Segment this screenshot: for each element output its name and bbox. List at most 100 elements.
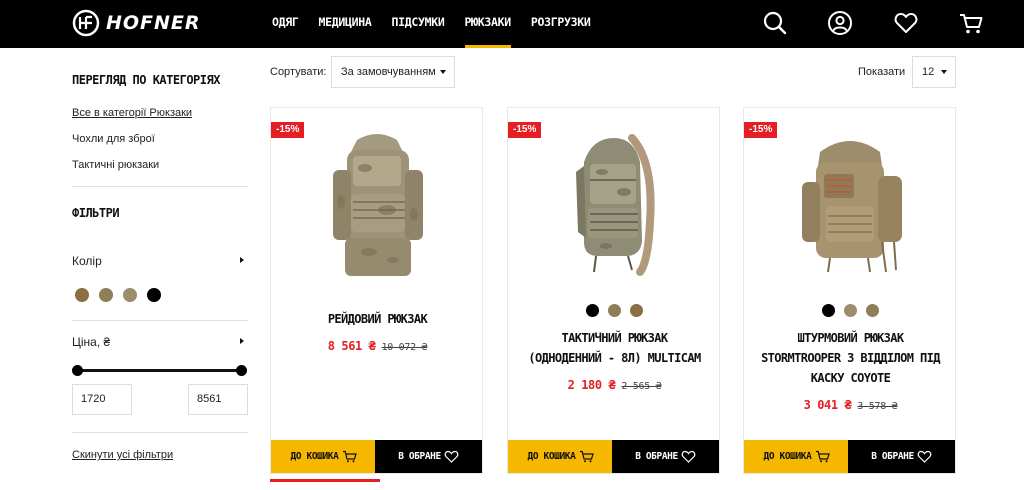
nav-item-pouches[interactable]: ПІДСУМКИ	[392, 0, 445, 48]
heart-icon	[681, 450, 696, 463]
nav-item-clothing[interactable]: ОДЯГ	[272, 0, 299, 48]
old-price: 10 072 ₴	[381, 342, 428, 353]
reset-filters-link[interactable]: Скинути усі фільтри	[72, 449, 173, 461]
user-icon[interactable]	[827, 10, 853, 36]
color-swatch-black[interactable]	[586, 304, 599, 317]
divider	[72, 320, 248, 321]
heart-icon	[917, 450, 932, 463]
price-row: 3 041 ₴ 3 578 ₴	[744, 396, 957, 414]
add-to-cart-label: ДО КОШИКА	[290, 451, 339, 462]
category-link-gun-cases[interactable]: Чохли для зброї	[72, 133, 155, 145]
color-filter-toggle[interactable]: Колір	[72, 254, 248, 270]
cart-icon	[580, 450, 595, 463]
add-to-wishlist-button[interactable]: В ОБРАНЕ	[375, 440, 482, 473]
logo-emblem-icon	[72, 9, 100, 37]
product-title-line: ШТУРМОВИЙ РЮКЗАК	[797, 331, 905, 345]
add-to-cart-button[interactable]: ДО КОШИКА	[271, 440, 377, 473]
divider	[72, 186, 248, 187]
price-range-min-handle[interactable]	[72, 365, 83, 376]
per-page-select[interactable]: 12	[912, 56, 956, 88]
price-filter-toggle[interactable]: Ціна, ₴	[72, 335, 248, 351]
product-title-line: ТАКТИЧНИЙ РЮКЗАК	[561, 331, 669, 345]
color-swatch-olive[interactable]	[866, 304, 879, 317]
add-to-wishlist-button[interactable]: В ОБРАНЕ	[848, 440, 955, 473]
product-card[interactable]: -15% ТАКТИЧНИЙ РЮКЗАК (ОДНОДЕННИЙ - 8Л) …	[507, 107, 720, 474]
product-color-options	[508, 304, 721, 317]
color-swatch-olive[interactable]	[99, 288, 113, 302]
show-label: Показати	[858, 66, 906, 78]
discount-badge: -15%	[271, 122, 305, 138]
add-to-wishlist-label: В ОБРАНЕ	[871, 451, 914, 462]
cart-icon	[343, 450, 358, 463]
product-title[interactable]: ШТУРМОВИЙ РЮКЗАК STORMTROOPER З ВІДДІЛОМ…	[754, 328, 947, 388]
sort-select[interactable]: За замовчуванням	[331, 56, 455, 88]
color-swatch-olive[interactable]	[608, 304, 621, 317]
product-card[interactable]: -15% РЕЙДОВИЙ РЮКЗАК 8 561 ₴ 10 072 ₴ ДО …	[270, 107, 483, 474]
chevron-down-icon	[941, 70, 947, 74]
category-link-all-backpacks[interactable]: Все в категорії Рюкзаки	[72, 107, 192, 119]
sale-price: 8 561 ₴	[327, 339, 376, 353]
chevron-right-icon	[240, 338, 244, 344]
price-max-input[interactable]: 8561	[188, 384, 248, 415]
sale-price: 2 180 ₴	[567, 378, 616, 392]
main-nav: ОДЯГ МЕДИЦИНА ПІДСУМКИ РЮКЗАКИ РОЗГРУЗКИ	[272, 0, 611, 48]
add-to-wishlist-button[interactable]: В ОБРАНЕ	[612, 440, 719, 473]
nav-item-vests[interactable]: РОЗГРУЗКИ	[531, 0, 591, 48]
per-page-value: 12	[922, 66, 935, 78]
color-swatch-black[interactable]	[147, 288, 161, 302]
chevron-down-icon	[440, 70, 446, 74]
product-color-options	[744, 304, 957, 317]
price-range-max-handle[interactable]	[236, 365, 247, 376]
price-range-track	[76, 369, 242, 372]
add-to-cart-label: ДО КОШИКА	[527, 451, 576, 462]
product-title-line: КАСКУ COYOTE	[810, 371, 891, 385]
price-row: 8 561 ₴ 10 072 ₴	[271, 337, 484, 355]
product-title-line: STORMTROOPER З ВІДДІЛОМ ПІД	[761, 351, 940, 365]
old-price: 3 578 ₴	[857, 401, 898, 412]
product-title[interactable]: ТАКТИЧНИЙ РЮКЗАК (ОДНОДЕННИЙ - 8Л) MULTI…	[518, 328, 711, 368]
product-image[interactable]	[554, 122, 674, 287]
color-swatch-multicam[interactable]	[844, 304, 857, 317]
cart-icon	[816, 450, 831, 463]
site-header: HOFNER ОДЯГ МЕДИЦИНА ПІДСУМКИ РЮКЗАКИ РО…	[0, 0, 1024, 48]
sort-label: Сортувати:	[270, 66, 327, 78]
product-title[interactable]: РЕЙДОВИЙ РЮКЗАК	[281, 309, 474, 329]
filters-title: ФІЛЬТРИ	[72, 206, 120, 220]
add-to-wishlist-label: В ОБРАНЕ	[635, 451, 678, 462]
focus-underline	[270, 479, 380, 482]
cart-icon[interactable]	[958, 10, 984, 36]
brand-name: HOFNER	[106, 12, 201, 34]
discount-badge: -15%	[744, 122, 778, 138]
price-filter-label: Ціна, ₴	[72, 335, 111, 349]
product-title-line: (ОДНОДЕННИЙ - 8Л) MULTICAM	[528, 351, 701, 365]
nav-item-backpacks[interactable]: РЮКЗАКИ	[464, 0, 512, 48]
categories-title: ПЕРЕГЛЯД ПО КАТЕГОРІЯХ	[72, 73, 220, 87]
color-filter-label: Колір	[72, 254, 102, 268]
heart-icon[interactable]	[893, 10, 919, 36]
heart-icon	[444, 450, 459, 463]
color-swatch-black[interactable]	[822, 304, 835, 317]
brand-logo[interactable]: HOFNER	[72, 8, 201, 38]
product-image[interactable]	[790, 122, 910, 287]
color-swatch-brown[interactable]	[630, 304, 643, 317]
price-row: 2 180 ₴ 2 565 ₴	[508, 376, 721, 394]
divider	[72, 432, 248, 433]
color-swatch-multicam[interactable]	[123, 288, 137, 302]
sort-select-value: За замовчуванням	[341, 66, 436, 78]
add-to-cart-button[interactable]: ДО КОШИКА	[508, 440, 614, 473]
category-link-tactical-backpacks[interactable]: Тактичні рюкзаки	[72, 159, 159, 171]
sale-price: 3 041 ₴	[803, 398, 852, 412]
old-price: 2 565 ₴	[621, 381, 662, 392]
product-card[interactable]: -15% ШТУРМОВИЙ РЮКЗАК STORMTROOPER З ВІД…	[743, 107, 956, 474]
price-min-input[interactable]: 1720	[72, 384, 132, 415]
add-to-wishlist-label: В ОБРАНЕ	[398, 451, 441, 462]
add-to-cart-label: ДО КОШИКА	[763, 451, 812, 462]
nav-item-medicine[interactable]: МЕДИЦИНА	[319, 0, 372, 48]
product-image[interactable]	[317, 122, 437, 287]
search-icon[interactable]	[762, 10, 788, 36]
color-swatch-brown[interactable]	[75, 288, 89, 302]
product-title-line: РЕЙДОВИЙ РЮКЗАК	[327, 312, 428, 326]
add-to-cart-button[interactable]: ДО КОШИКА	[744, 440, 850, 473]
chevron-right-icon	[240, 257, 244, 263]
discount-badge: -15%	[508, 122, 542, 138]
